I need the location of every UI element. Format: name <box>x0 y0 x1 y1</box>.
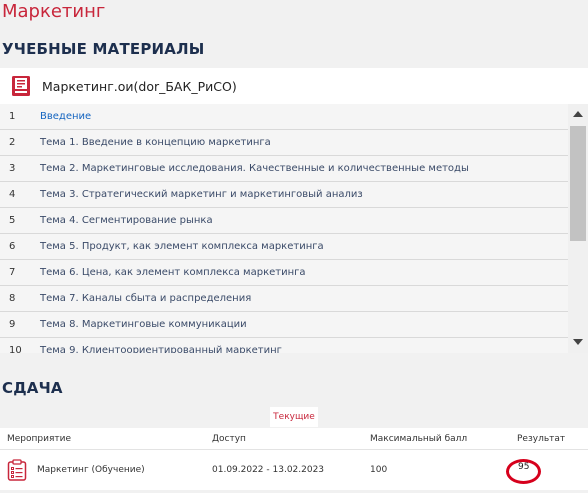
clipboard-icon <box>7 459 27 481</box>
topic-number: 8 <box>9 293 16 304</box>
topic-link[interactable]: Тема 7. Каналы сбыта и распределения <box>40 293 251 304</box>
topic-number: 6 <box>9 241 16 252</box>
topic-link[interactable]: Тема 6. Цена, как элемент комплекса марк… <box>40 267 306 278</box>
topic-row[interactable]: 6 Тема 5. Продукт, как элемент комплекса … <box>0 234 588 260</box>
table-row[interactable]: Маркетинг (Обучение) 01.09.2022 - 13.02.… <box>0 450 588 490</box>
event-name[interactable]: Маркетинг (Обучение) <box>37 465 145 475</box>
topic-row[interactable]: 1 Введение <box>0 104 588 130</box>
topic-row[interactable]: 8 Тема 7. Каналы сбыта и распределения <box>0 286 588 312</box>
scroll-thumb[interactable] <box>570 126 586 241</box>
column-header-result: Результат <box>517 433 566 444</box>
scroll-up-arrow-icon[interactable] <box>573 111 583 117</box>
topic-row[interactable]: 4 Тема 3. Стратегический маркетинг и марк… <box>0 182 588 208</box>
max-score: 100 <box>370 465 388 475</box>
topic-number: 1 <box>9 111 16 122</box>
scrollbar[interactable] <box>568 104 588 353</box>
table-header: Мероприятие Доступ Максимальный балл Рез… <box>0 428 588 450</box>
column-header-max-score: Максимальный балл <box>370 433 468 444</box>
result-value: 95 <box>518 462 530 472</box>
topic-link[interactable]: Тема 2. Маркетинговые исследования. Каче… <box>40 163 469 174</box>
topic-row[interactable]: 7 Тема 6. Цена, как элемент комплекса мар… <box>0 260 588 286</box>
topic-number: 4 <box>9 189 16 200</box>
topic-number: 2 <box>9 137 16 148</box>
topic-number: 10 <box>9 345 22 353</box>
topic-link[interactable]: Тема 1. Введение в концепцию маркетинга <box>40 137 271 148</box>
topic-row[interactable]: 2 Тема 1. Введение в концепцию маркетинга <box>0 130 588 156</box>
column-header-event: Мероприятие <box>7 433 72 444</box>
topic-number: 7 <box>9 267 16 278</box>
tab-current[interactable]: Текущие <box>270 407 318 427</box>
topic-link[interactable]: Тема 8. Маркетинговые коммуникации <box>40 319 247 330</box>
column-header-access: Доступ <box>212 433 246 444</box>
topic-link[interactable]: Тема 3. Стратегический маркетинг и марке… <box>40 189 363 200</box>
topic-number: 9 <box>9 319 16 330</box>
book-icon <box>12 76 30 96</box>
course-name: Маркетинг.ои(dor_БАК_РиСО) <box>42 78 237 94</box>
topic-number: 5 <box>9 215 16 226</box>
topic-link[interactable]: Тема 9. Клиентоориентированный маркетинг <box>40 345 282 353</box>
access-dates: 01.09.2022 - 13.02.2023 <box>212 465 325 475</box>
topic-link[interactable]: Тема 5. Продукт, как элемент комплекса м… <box>40 241 324 252</box>
topic-row[interactable]: 5 Тема 4. Сегментирование рынка <box>0 208 588 234</box>
course-header[interactable]: Маркетинг.ои(dor_БАК_РиСО) <box>0 68 588 104</box>
topics-list: 1 Введение 2 Тема 1. Введение в концепцию м… <box>0 104 588 353</box>
scroll-down-arrow-icon[interactable] <box>573 339 583 345</box>
topic-link[interactable]: Тема 4. Сегментирование рынка <box>40 215 213 226</box>
submission-heading: СДАЧА <box>2 379 63 397</box>
topic-row[interactable]: 10 Тема 9. Клиентоориентированный маркети… <box>0 338 588 353</box>
topic-number: 3 <box>9 163 16 174</box>
page-title: Маркетинг <box>2 1 106 22</box>
topic-link[interactable]: Введение <box>40 111 91 122</box>
materials-heading: УЧЕБНЫЕ МАТЕРИАЛЫ <box>2 40 205 58</box>
topic-row[interactable]: 3 Тема 2. Маркетинговые исследования. Кач… <box>0 156 588 182</box>
topic-row[interactable]: 9 Тема 8. Маркетинговые коммуникации <box>0 312 588 338</box>
